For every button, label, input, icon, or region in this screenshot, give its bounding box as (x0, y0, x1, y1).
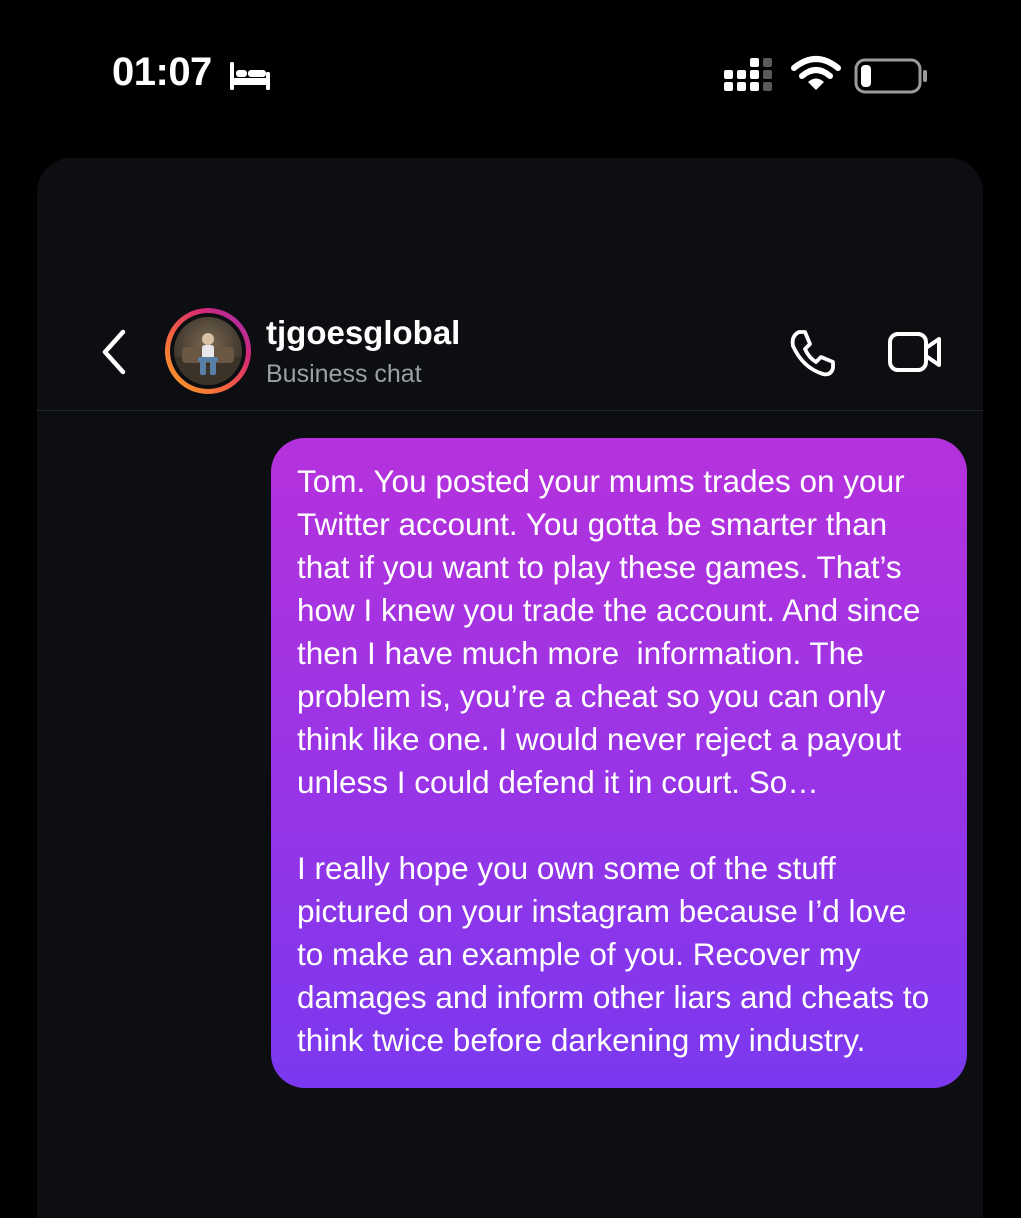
wifi-icon (791, 56, 841, 90)
phone-icon[interactable] (785, 326, 839, 380)
video-camera-icon[interactable] (887, 328, 943, 376)
message-paragraph: Tom. You posted your mums trades on your… (297, 463, 930, 800)
profile-photo-image (174, 333, 242, 385)
avatar-photo (174, 317, 242, 385)
bed-icon (230, 62, 270, 90)
back-chevron-icon[interactable] (95, 326, 135, 378)
battery-icon (854, 58, 927, 94)
chat-subtitle: Business chat (266, 360, 422, 388)
signal-icon (724, 58, 772, 91)
chat-header: tjgoesglobal Business chat (37, 158, 983, 411)
avatar[interactable] (165, 308, 251, 394)
chat-panel: tjgoesglobal Business chat Tom. You post… (37, 158, 983, 1218)
outgoing-message-bubble[interactable]: Tom. You posted your mums trades on your… (271, 438, 967, 1088)
message-paragraph: I really hope you own some of the stuff … (297, 850, 938, 1058)
chat-username[interactable]: tjgoesglobal (266, 314, 460, 352)
clock: 01:07 (112, 50, 212, 94)
status-bar: 01:07 (0, 0, 1021, 150)
